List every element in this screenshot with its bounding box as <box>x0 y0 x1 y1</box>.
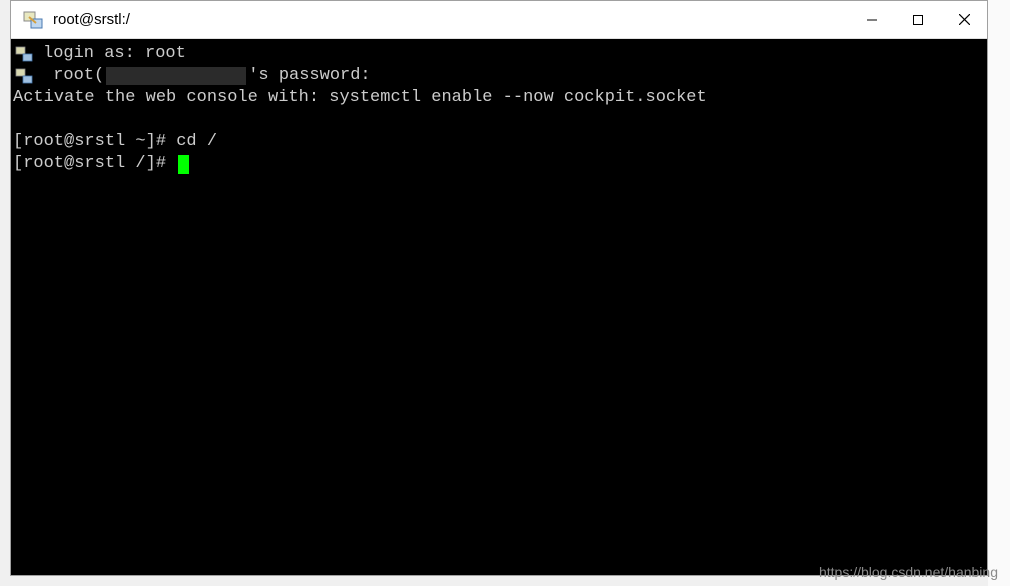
terminal-line: [root@srstl ~]# cd / <box>13 131 985 153</box>
prompt-line-2-text: [root@srstl /]# <box>13 153 176 175</box>
password-suffix-text: 's password: <box>248 65 370 87</box>
putty-icon <box>19 6 47 34</box>
terminal-blank-line <box>13 109 985 131</box>
redacted-hostname <box>106 67 246 85</box>
titlebar[interactable]: root@srstl:/ <box>11 1 987 39</box>
password-prefix-text: root( <box>43 65 104 87</box>
terminal-line: Activate the web console with: systemctl… <box>13 87 985 109</box>
activate-message-text: Activate the web console with: systemctl… <box>13 87 707 109</box>
background-panel <box>988 0 1010 586</box>
login-prompt-text: login as: root <box>43 43 186 65</box>
putty-line-icon <box>13 66 35 86</box>
terminal-line: login as: root <box>13 43 985 65</box>
terminal-body[interactable]: login as: root root( 's password: Activa… <box>11 39 987 575</box>
prompt-line-1-text: [root@srstl ~]# cd / <box>13 131 217 153</box>
putty-line-icon <box>13 44 35 64</box>
maximize-button[interactable] <box>895 1 941 38</box>
terminal-window: root@srstl:/ login as: root <box>10 0 988 576</box>
terminal-line: [root@srstl /]# <box>13 153 985 175</box>
terminal-line: root( 's password: <box>13 65 985 87</box>
cursor <box>178 155 189 174</box>
window-title: root@srstl:/ <box>53 11 849 28</box>
window-controls <box>849 1 987 38</box>
close-button[interactable] <box>941 1 987 38</box>
minimize-button[interactable] <box>849 1 895 38</box>
